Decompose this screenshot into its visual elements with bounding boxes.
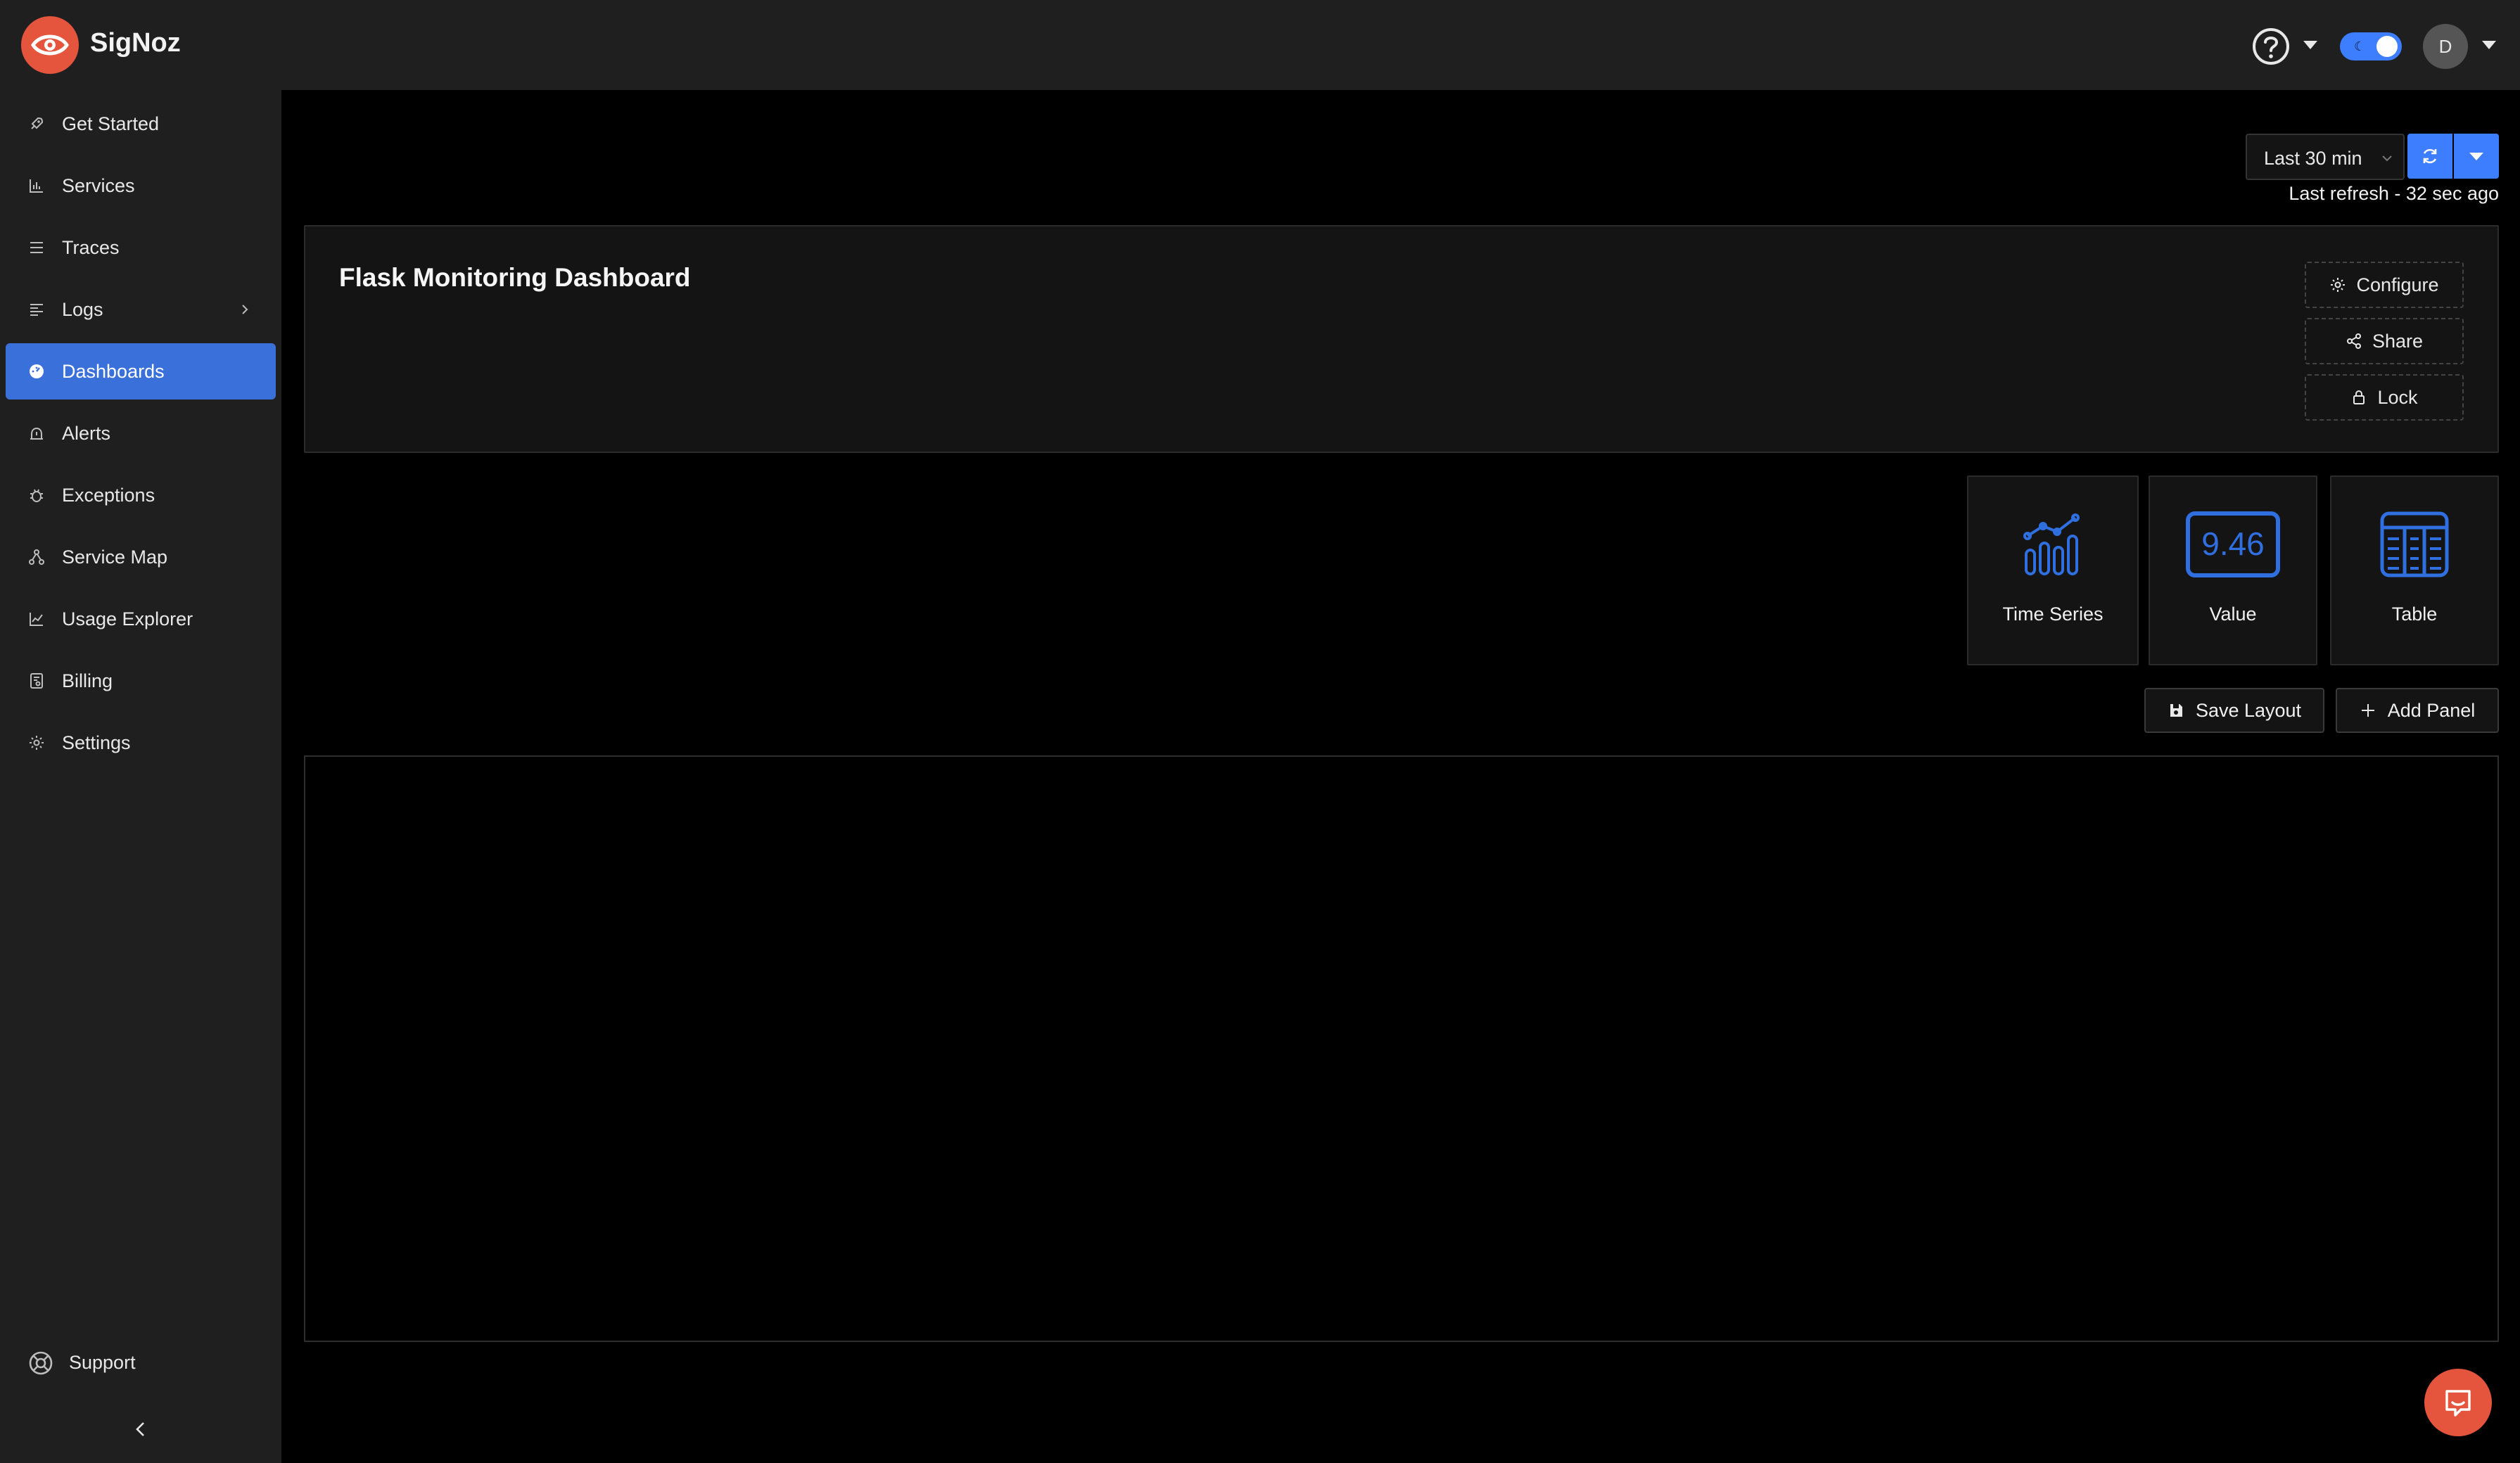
refresh-interval-dropdown[interactable] <box>2454 134 2499 179</box>
value-icon: 9.46 <box>2186 511 2280 577</box>
share-icon <box>2346 333 2361 349</box>
align-left-icon <box>30 304 43 316</box>
avatar-caret-icon[interactable] <box>2482 41 2496 49</box>
sidebar-item-usage-explorer[interactable]: Usage Explorer <box>6 591 276 647</box>
line-chart-icon <box>30 613 43 626</box>
time-range-select[interactable]: Last 30 min <box>2246 134 2405 180</box>
add-panel-label: Add Panel <box>2387 699 2476 721</box>
signoz-logo[interactable] <box>21 16 79 74</box>
sidebar-item-label: Service Map <box>62 546 168 568</box>
top-header: SigNoz ☾ D <box>0 0 2520 90</box>
share-label: Share <box>2372 330 2424 352</box>
dashboard-header-card: Flask Monitoring Dashboard Configure Sha… <box>304 225 2499 453</box>
configure-button[interactable]: Configure <box>2305 262 2464 308</box>
sidebar-item-label: Settings <box>62 732 131 753</box>
deployment-icon <box>29 549 44 565</box>
billing-icon <box>30 673 43 689</box>
sidebar-item-services[interactable]: Services <box>6 158 276 214</box>
sidebar-item-label: Exceptions <box>62 484 155 506</box>
sidebar: Get Started Services Traces Logs Dashboa… <box>0 90 281 1463</box>
sidebar-item-service-map[interactable]: Service Map <box>6 529 276 585</box>
refresh-button[interactable] <box>2407 134 2452 179</box>
chevron-right-icon[interactable] <box>238 302 252 317</box>
panel-type-value[interactable]: 9.46 Value <box>2149 475 2317 665</box>
user-avatar[interactable]: D <box>2423 24 2468 69</box>
panel-type-label: Table <box>2391 603 2438 625</box>
lifebuoy-icon <box>29 1351 53 1375</box>
save-icon <box>2170 704 2182 717</box>
configure-label: Configure <box>2356 274 2439 295</box>
brand-name[interactable]: SigNoz <box>90 28 181 58</box>
sidebar-item-traces[interactable]: Traces <box>6 219 276 276</box>
toggle-knob <box>2376 36 2398 57</box>
save-layout-label: Save Layout <box>2195 699 2302 721</box>
help-icon[interactable] <box>2251 27 2291 66</box>
help-caret-icon[interactable] <box>2303 41 2317 49</box>
lock-button[interactable]: Lock <box>2305 374 2464 421</box>
collapse-sidebar-icon[interactable] <box>131 1419 151 1439</box>
sidebar-item-label: Logs <box>62 298 103 320</box>
refresh-icon <box>2423 148 2437 164</box>
bug-icon <box>30 489 43 502</box>
sidebar-item-exceptions[interactable]: Exceptions <box>6 467 276 523</box>
rocket-icon <box>31 117 44 129</box>
gear-icon <box>30 736 44 750</box>
dashboard-icon <box>30 364 44 378</box>
gear-icon <box>2331 278 2346 292</box>
panel-type-time-series[interactable]: Time Series <box>1967 475 2139 665</box>
chevron-down-icon <box>2382 155 2392 162</box>
last-refresh-text: Last refresh - 32 sec ago <box>2289 183 2499 204</box>
alarm-icon <box>30 427 43 440</box>
save-layout-button[interactable]: Save Layout <box>2144 688 2324 733</box>
sidebar-item-dashboards[interactable]: Dashboards <box>6 343 276 400</box>
sidebar-item-label: Get Started <box>62 113 160 134</box>
support-label: Support <box>69 1352 136 1373</box>
panel-type-table[interactable]: Table <box>2330 475 2499 665</box>
sidebar-item-logs[interactable]: Logs <box>6 281 276 338</box>
plus-icon <box>2361 704 2374 717</box>
theme-toggle[interactable]: ☾ <box>2340 32 2402 60</box>
time-series-icon <box>2023 513 2080 575</box>
share-button[interactable]: Share <box>2305 318 2464 364</box>
lock-label: Lock <box>2377 386 2418 408</box>
time-range-value: Last 30 min <box>2264 148 2362 169</box>
menu-icon <box>30 242 43 253</box>
moon-icon: ☾ <box>2354 39 2366 53</box>
sidebar-item-alerts[interactable]: Alerts <box>6 405 276 461</box>
support-link[interactable]: Support <box>6 1335 276 1391</box>
panel-type-label: Time Series <box>2002 603 2104 625</box>
support-chat-button[interactable] <box>2424 1369 2492 1436</box>
sidebar-item-label: Traces <box>62 236 120 258</box>
value-sample-text: 9.46 <box>2201 525 2265 562</box>
eye-icon <box>31 34 69 56</box>
app-root: SigNoz ☾ D Get Started Services Traces L… <box>0 0 2520 1463</box>
dashboard-grid-area[interactable] <box>304 755 2499 1342</box>
add-panel-button[interactable]: Add Panel <box>2336 688 2499 733</box>
chat-icon <box>2445 1390 2471 1417</box>
panel-type-label: Value <box>2209 603 2257 625</box>
sidebar-item-get-started[interactable]: Get Started <box>6 96 276 152</box>
sidebar-item-label: Services <box>62 174 135 196</box>
dashboard-title: Flask Monitoring Dashboard <box>339 263 691 292</box>
caret-down-icon <box>2469 153 2483 160</box>
lock-icon <box>2353 390 2365 404</box>
sidebar-item-billing[interactable]: Billing <box>6 653 276 709</box>
sidebar-item-label: Alerts <box>62 422 111 444</box>
sidebar-item-label: Dashboards <box>62 360 165 382</box>
bar-chart-icon <box>30 179 43 193</box>
sidebar-item-label: Billing <box>62 670 113 691</box>
table-icon <box>2380 511 2449 577</box>
sidebar-item-settings[interactable]: Settings <box>6 715 276 771</box>
sidebar-item-label: Usage Explorer <box>62 608 193 630</box>
